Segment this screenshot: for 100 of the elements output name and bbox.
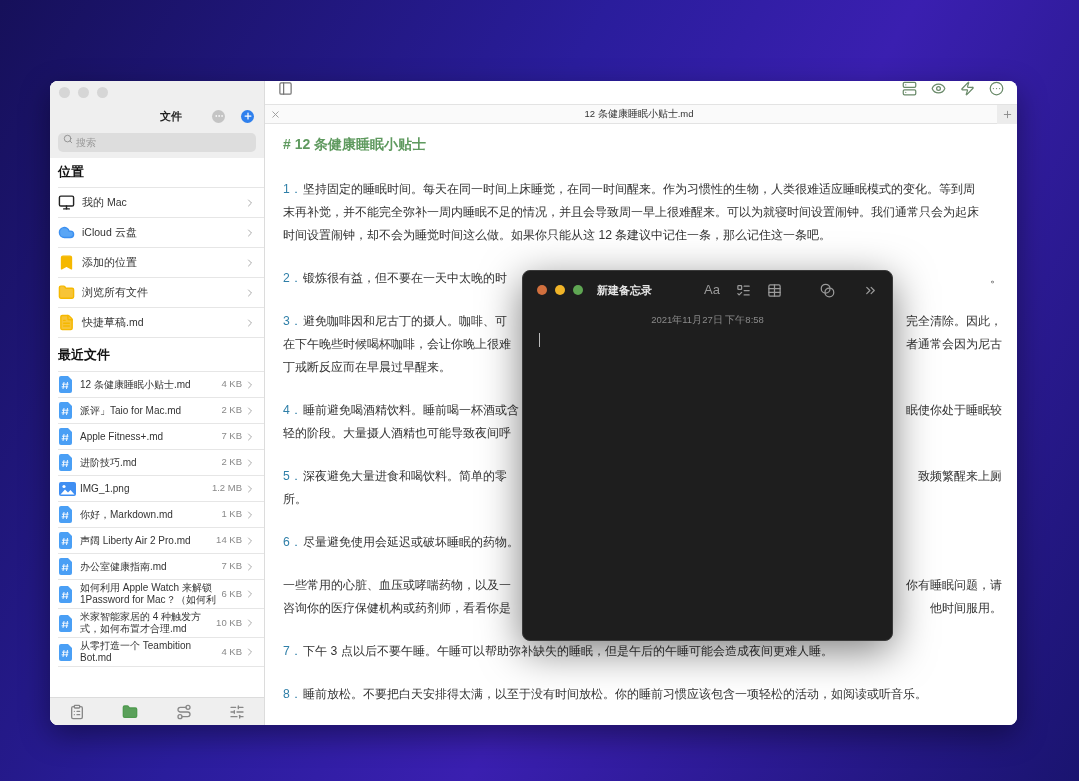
text-line: 下午 3 点以后不要午睡。午睡可以帮助弥补缺失的睡眠，但是午后的午睡可能会造成夜间更难人睡。 xyxy=(303,643,833,661)
cloud-icon xyxy=(58,224,75,241)
text-line: 他时间服用。 xyxy=(930,600,1002,618)
more-icon[interactable] xyxy=(989,81,1004,96)
text-line: 深夜避免大量进食和喝饮料。简单的零 xyxy=(303,468,507,486)
file-size: 4 KB xyxy=(221,377,243,392)
text-line: 尽量避免使用会延迟或破坏睡眠的药物。 xyxy=(303,534,519,552)
file-name: 进阶技巧.md xyxy=(80,456,138,469)
file-name: 米家智能家居的 4 种触发方式，如何布置才合理.md xyxy=(80,611,203,635)
file-size: 1.2 MB xyxy=(211,481,243,496)
list-number: 4． xyxy=(283,402,303,420)
close-icon[interactable] xyxy=(270,108,281,120)
search-field[interactable]: 搜索 xyxy=(58,133,256,152)
file-item[interactable]: IMG_1.png 1.2 MB xyxy=(58,476,264,502)
location-label: 快捷草稿.md xyxy=(82,314,145,330)
file-item[interactable]: 从零打造一个 Teambition Bot.md 4 KB xyxy=(58,638,264,667)
list-number: 6． xyxy=(283,534,303,552)
location-label: 浏览所有文件 xyxy=(82,284,149,300)
list-number: 2． xyxy=(283,270,303,288)
markdown-file-icon xyxy=(59,585,72,603)
file-name: 声阔 Liberty Air 2 Pro.md xyxy=(80,534,192,547)
file-size: 6 KB xyxy=(221,586,243,601)
add-button[interactable] xyxy=(241,109,254,123)
text-line: 避免咖啡因和尼古丁的摄人。咖啡、可 xyxy=(303,313,507,331)
stack-icon[interactable] xyxy=(902,81,917,96)
location-label: iCloud 云盘 xyxy=(82,224,138,240)
table-icon[interactable] xyxy=(767,282,782,298)
file-item[interactable]: 办公室健康指南.md 7 KB xyxy=(58,554,264,580)
file-item[interactable]: 进阶技巧.md 2 KB xyxy=(58,450,264,476)
file-size: 14 KB xyxy=(216,533,243,548)
text-line: 眠使你处于睡眠较 xyxy=(906,402,1002,420)
text-line: 时间设置闹钟，却不会为睡觉时间这么做。如果你只能从这 12 条建议中记住一条，那么记住这一条吧。 xyxy=(283,227,832,245)
text-line: 睡前放松。不要把白天安排得太满，以至于没有时间放松。你的睡前习惯应该包含一项轻松的活动，如阅读或听音乐。 xyxy=(303,686,927,704)
file-name: 你好，Markdown.md xyxy=(80,508,174,521)
markdown-file-icon xyxy=(59,506,72,523)
text-line: 坚持固定的睡眠时间。每天在同一时间上床睡觉，在同一时间醒来。作为习惯性的生物，人类很难适应睡眠模式的变化。等到周 xyxy=(303,181,975,199)
file-item[interactable]: 你好，Markdown.md 1 KB xyxy=(58,502,264,528)
tab-title: 12 条健康睡眠小贴士.md xyxy=(583,106,695,121)
format-button[interactable]: Aa xyxy=(704,280,720,300)
list-number: 7． xyxy=(283,643,303,661)
file-name: 从零打造一个 Teambition Bot.md xyxy=(80,640,193,664)
monitor-icon xyxy=(58,194,75,211)
location-item[interactable]: iCloud 云盘 xyxy=(58,218,264,248)
lightning-icon[interactable] xyxy=(960,81,975,96)
location-label: 添加的位置 xyxy=(82,254,138,270)
text-line: 你有睡眠问题，请 xyxy=(906,577,1002,595)
note-date: 2021年11月27日 下午8:58 xyxy=(651,313,764,327)
text-line: 咨询你的医疗保健机构或药剂师，看看你是 xyxy=(283,600,511,618)
sidebar-title: 文件 xyxy=(159,108,182,124)
file-name: Apple Fitness+.md xyxy=(80,430,165,443)
new-tab-button[interactable] xyxy=(997,104,1017,124)
checklist-icon[interactable] xyxy=(736,282,751,298)
file-size: 7 KB xyxy=(221,429,243,444)
markdown-file-icon xyxy=(59,614,72,632)
text-line: 丁戒断反应而在早晨过早醒来。 xyxy=(283,359,451,377)
collaborate-icon[interactable] xyxy=(820,282,835,298)
file-item[interactable]: 12 条健康睡眠小贴士.md 4 KB xyxy=(58,372,264,398)
text-line: 致频繁醒来上厕 xyxy=(918,468,1002,486)
folder-icon xyxy=(58,284,75,301)
file-item[interactable]: Apple Fitness+.md 7 KB xyxy=(58,424,264,450)
file-size: 2 KB xyxy=(221,455,243,470)
location-item[interactable]: 我的 Mac xyxy=(58,188,264,218)
note-title: 新建备忘录 xyxy=(597,282,652,298)
plus-icon xyxy=(242,111,253,121)
text-line: 。 xyxy=(990,270,1002,288)
sidebar-toggle-icon[interactable] xyxy=(278,81,293,96)
section-heading: 位置 xyxy=(58,158,264,188)
text-line: 在下午晚些时候喝杯咖啡，会让你晚上很难 xyxy=(283,336,511,354)
file-name: 12 条健康睡眠小贴士.md xyxy=(80,378,192,391)
text-line: 锻炼很有益，但不要在一天中太晚的时 xyxy=(303,270,507,288)
text-line: 所。 xyxy=(283,491,307,509)
markdown-file-icon xyxy=(59,558,72,575)
file-name: 派评」Taio for Mac.md xyxy=(80,404,183,417)
file-size: 2 KB xyxy=(221,403,243,418)
search-icon xyxy=(63,133,73,144)
location-item[interactable]: 浏览所有文件 xyxy=(58,278,264,308)
text-line: 者通常会因为尼古 xyxy=(906,336,1002,354)
list-number: 5． xyxy=(283,468,303,486)
file-name: 如何利用 Apple Watch 来解锁 1Password for Mac？（如何利 xyxy=(80,582,217,606)
markdown-file-icon xyxy=(59,643,72,661)
file-size: 1 KB xyxy=(221,507,243,522)
file-item[interactable]: 米家智能家居的 4 种触发方式，如何布置才合理.md 10 KB xyxy=(58,609,264,638)
list-number: 8． xyxy=(283,686,303,704)
text-line: 末再补觉，并不能完全弥补一周内睡眠不足的情况，并且会导致周一早上很难醒来。可以为就寝时间设置闹钟。我们通常只会为起床 xyxy=(283,204,979,222)
location-item[interactable]: 快捷草稿.md xyxy=(58,308,264,338)
file-item[interactable]: 派评」Taio for Mac.md 2 KB xyxy=(58,398,264,424)
section-heading: 最近文件 xyxy=(58,338,264,372)
text-line: 完全清除。因此， xyxy=(906,313,1002,331)
location-label: 我的 Mac xyxy=(82,194,128,210)
eye-icon[interactable] xyxy=(931,81,946,96)
text-line: 睡前避免喝酒精饮料。睡前喝一杯酒或含 xyxy=(303,402,519,420)
location-item[interactable]: 添加的位置 xyxy=(58,248,264,278)
document-tab[interactable]: 12 条健康睡眠小贴士.md xyxy=(265,104,1017,124)
file-size: 7 KB xyxy=(221,559,243,574)
file-name: IMG_1.png xyxy=(80,482,131,495)
file-item[interactable]: 声阔 Liberty Air 2 Pro.md 14 KB xyxy=(58,528,264,554)
markdown-file-icon xyxy=(59,532,72,549)
text-cursor xyxy=(539,333,540,348)
markdown-file-icon xyxy=(59,402,72,419)
file-size: 4 KB xyxy=(221,644,243,659)
